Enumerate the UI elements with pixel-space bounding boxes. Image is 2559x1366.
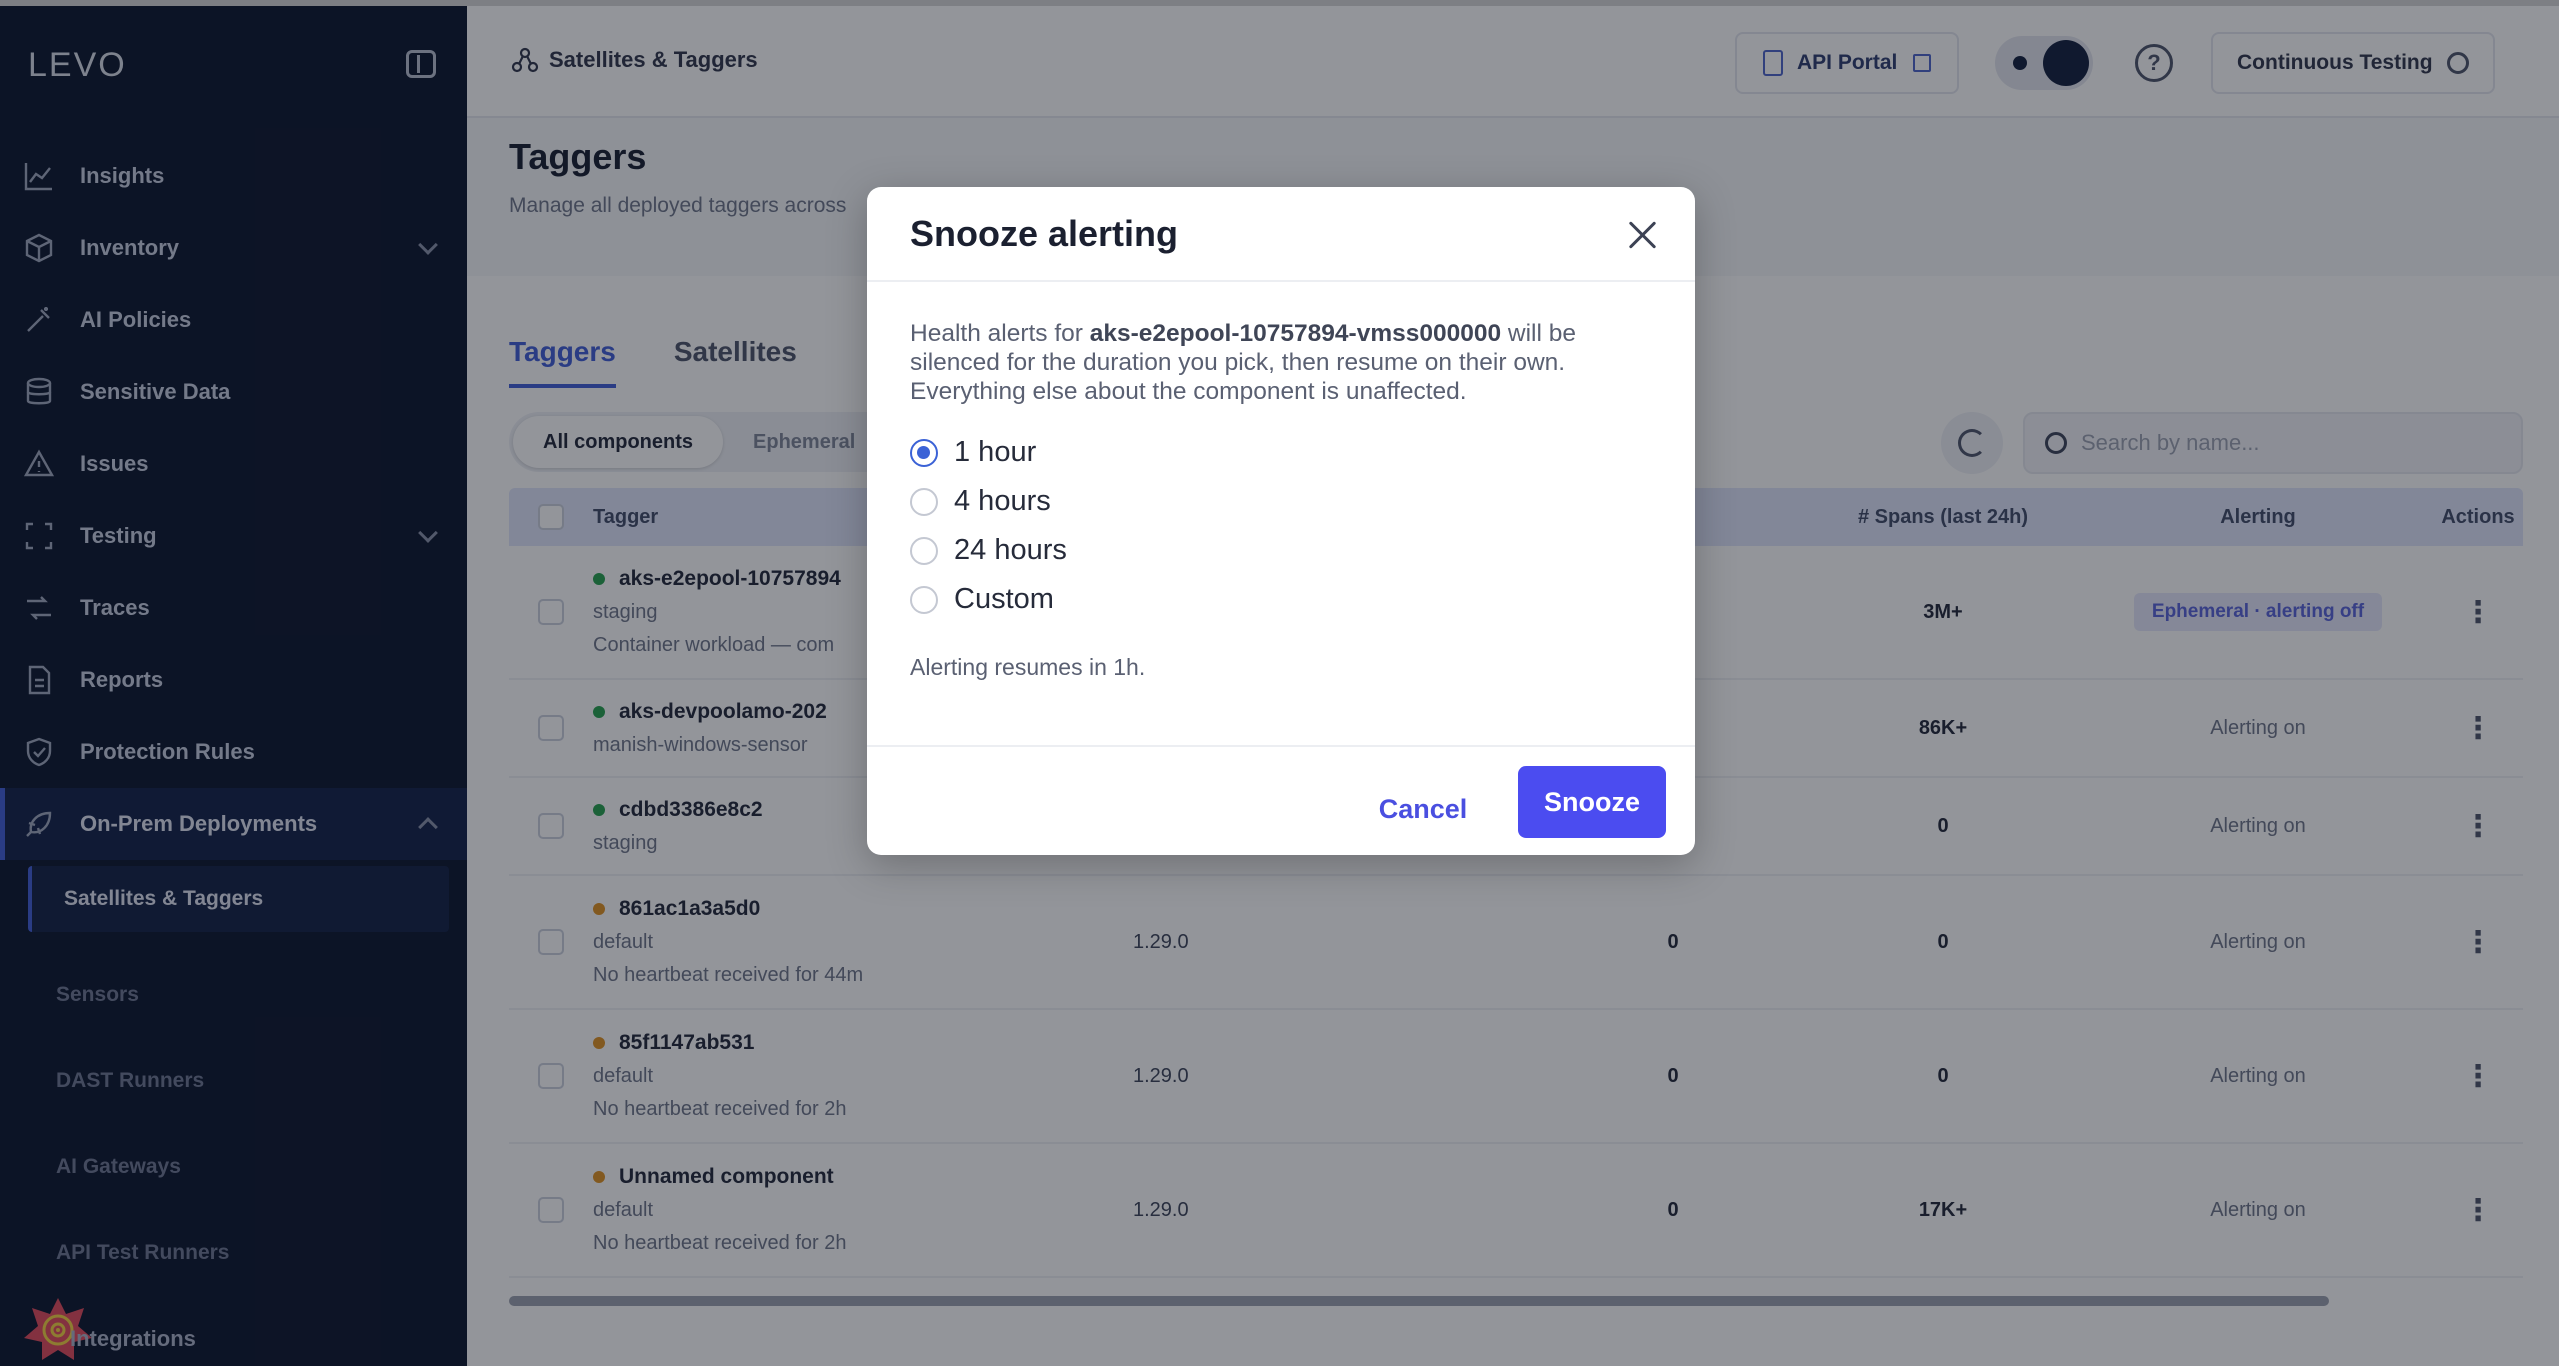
snooze-alerting-dialog: Snooze alerting Health alerts for aks-e2… xyxy=(867,187,1695,855)
dialog-description: Health alerts for aks-e2epool-10757894-v… xyxy=(910,319,1652,406)
duration-option-4-hours[interactable]: 4 hours xyxy=(910,477,1652,526)
desc-prefix: Health alerts for xyxy=(910,320,1090,347)
radio-button[interactable] xyxy=(910,487,938,516)
duration-option-1-hour[interactable]: 1 hour xyxy=(910,428,1652,477)
cancel-button[interactable]: Cancel xyxy=(1361,773,1485,845)
radio-button[interactable] xyxy=(910,585,938,614)
option-label: 4 hours xyxy=(954,485,1051,517)
duration-options: 1 hour 4 hours 24 hours Custom xyxy=(910,428,1652,624)
dialog-header: Snooze alerting xyxy=(867,187,1695,282)
dialog-body: Health alerts for aks-e2epool-10757894-v… xyxy=(910,319,1652,681)
dialog-title: Snooze alerting xyxy=(910,213,1179,254)
option-label: 24 hours xyxy=(954,534,1067,566)
option-label: Custom xyxy=(954,583,1054,615)
close-icon[interactable] xyxy=(1625,217,1661,253)
radio-button[interactable] xyxy=(910,536,938,565)
radio-button[interactable] xyxy=(910,438,938,467)
duration-option-custom[interactable]: Custom xyxy=(910,575,1652,624)
dialog-footer: Cancel Snooze xyxy=(867,745,1695,855)
component-name: aks-e2epool-10757894-vmss000000 xyxy=(1089,320,1502,347)
duration-option-24-hours[interactable]: 24 hours xyxy=(910,526,1652,575)
resume-text: Alerting resumes in 1h. xyxy=(910,654,1146,680)
option-label: 1 hour xyxy=(954,436,1037,468)
snooze-button[interactable]: Snooze xyxy=(1518,766,1666,838)
